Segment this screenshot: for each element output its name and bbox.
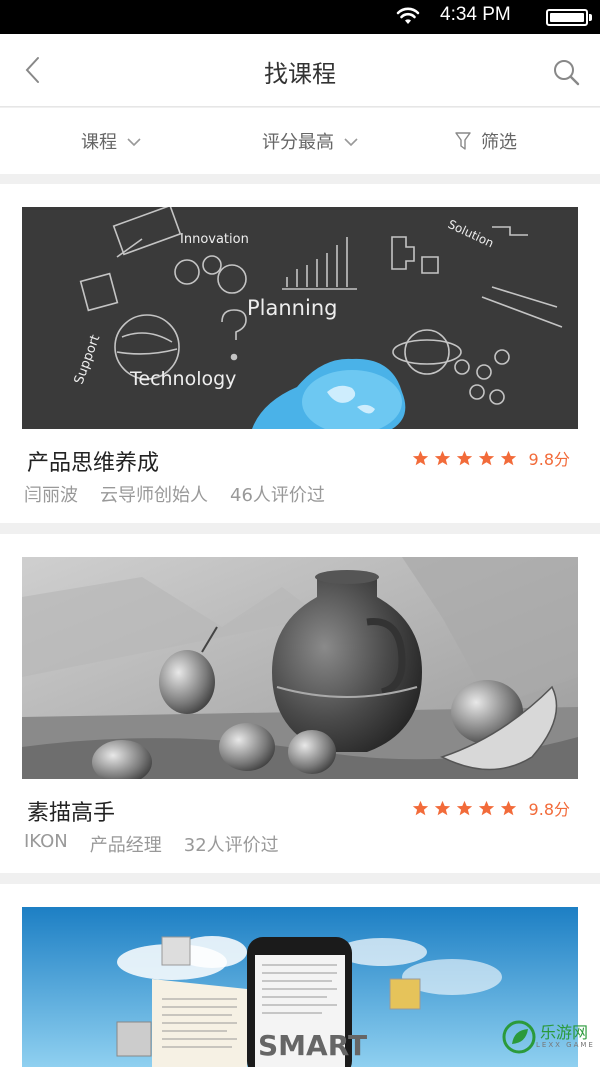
search-icon bbox=[554, 60, 580, 86]
image-word-innovation: Innovation bbox=[180, 232, 249, 247]
filter-rating-label: 评分最高 bbox=[262, 132, 334, 153]
image-word-technology: Technology bbox=[129, 368, 236, 390]
course-score: 9.8分 bbox=[528, 450, 570, 469]
filter-course-label: 课程 bbox=[81, 132, 117, 153]
star-icon bbox=[478, 800, 494, 815]
star-icon bbox=[478, 450, 494, 465]
star-icon bbox=[456, 450, 472, 465]
course-review-count: 46人评价过 bbox=[230, 485, 325, 506]
course-card[interactable]: Innovation Planning Technology Support S… bbox=[0, 184, 600, 523]
watermark-logo: 乐游网 LEXX GAME bbox=[502, 1020, 595, 1054]
course-image[interactable]: Innovation Planning Technology Support S… bbox=[22, 207, 578, 429]
course-teacher-role: 云导师创始人 bbox=[100, 485, 208, 506]
course-rating: 9.8分 bbox=[412, 796, 570, 820]
watermark-text: 乐游网 bbox=[540, 1023, 589, 1042]
funnel-icon bbox=[455, 132, 471, 150]
chevron-down-icon bbox=[127, 137, 141, 146]
filter-course[interactable]: 课程 bbox=[81, 128, 141, 154]
course-title: 产品思维养成 bbox=[27, 451, 160, 476]
course-teacher: IKON bbox=[24, 831, 68, 852]
filter-bar: 课程 评分最高 筛选 bbox=[0, 108, 600, 174]
image-word-planning: Planning bbox=[247, 296, 337, 320]
star-icon bbox=[412, 800, 428, 815]
course-image[interactable]: SMART bbox=[22, 907, 578, 1067]
course-teacher-role: 产品经理 bbox=[89, 835, 162, 856]
star-icon bbox=[500, 800, 516, 815]
course-teacher: 闫丽波 bbox=[24, 485, 78, 506]
image-word-smart: SMART bbox=[258, 1029, 367, 1062]
search-button[interactable] bbox=[546, 52, 586, 92]
filter-screen[interactable]: 筛选 bbox=[455, 128, 517, 154]
leaf-logo-icon bbox=[502, 1020, 536, 1054]
wifi-icon bbox=[396, 7, 420, 24]
chevron-down-icon bbox=[344, 137, 358, 146]
battery-icon bbox=[546, 9, 588, 26]
filter-screen-label: 筛选 bbox=[481, 132, 517, 153]
course-card[interactable]: 素描高手 9.8分 IKON 产品经理 32人评价过 bbox=[0, 534, 600, 873]
star-icon bbox=[500, 450, 516, 465]
status-bar: 4:34 PM bbox=[0, 0, 600, 34]
watermark-sub: LEXX GAME bbox=[536, 1041, 595, 1049]
star-icon bbox=[434, 800, 450, 815]
star-rating bbox=[412, 800, 517, 817]
course-review-count: 32人评价过 bbox=[183, 835, 279, 856]
status-time: 4:34 PM bbox=[440, 4, 511, 25]
header: 找课程 bbox=[0, 34, 600, 107]
course-image[interactable] bbox=[22, 557, 578, 779]
star-icon bbox=[456, 800, 472, 815]
page-title: 找课程 bbox=[264, 60, 336, 88]
course-meta: IKON 产品经理 32人评价过 bbox=[24, 831, 279, 857]
filter-rating[interactable]: 评分最高 bbox=[262, 128, 358, 154]
course-meta: 闫丽波 云导师创始人 46人评价过 bbox=[24, 481, 325, 507]
course-title: 素描高手 bbox=[27, 801, 116, 826]
course-score: 9.8分 bbox=[528, 800, 570, 819]
star-rating bbox=[412, 450, 517, 467]
star-icon bbox=[434, 450, 450, 465]
star-icon bbox=[412, 450, 428, 465]
course-rating: 9.8分 bbox=[412, 446, 570, 470]
